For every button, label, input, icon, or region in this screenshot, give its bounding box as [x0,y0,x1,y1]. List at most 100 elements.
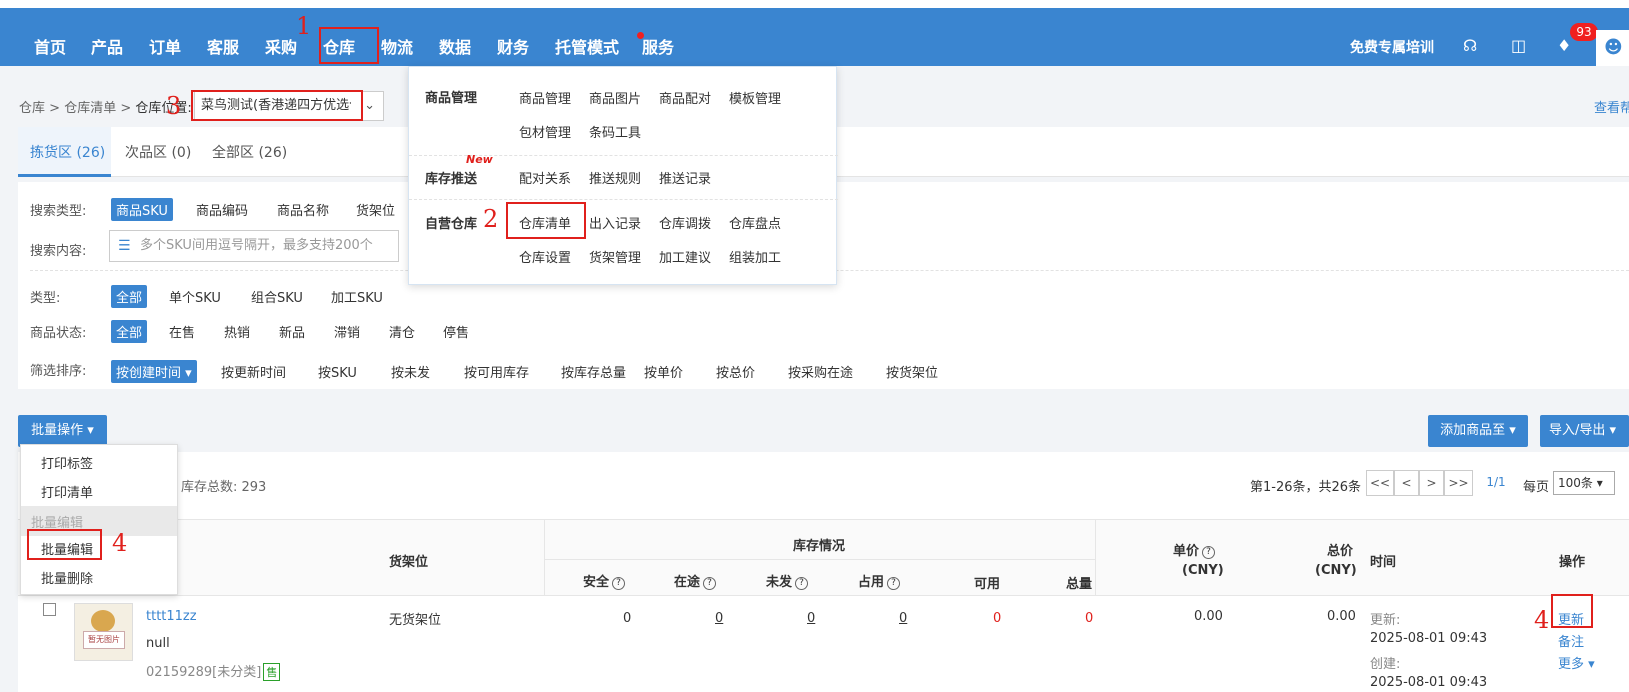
sort-updated[interactable]: 按更新时间 [221,362,286,381]
note-action-link[interactable]: 备注 [1558,631,1584,650]
search-type-sku[interactable]: 商品SKU [111,198,173,221]
breadcrumb-separator: > [49,101,65,116]
menu-item-assembly[interactable]: 组装加工 [729,247,781,266]
status-all[interactable]: 全部 [111,320,148,343]
status-new[interactable]: 新品 [279,322,305,341]
help-link[interactable]: 查看帮助 [1594,97,1629,116]
column-header-time: 时间 [1370,555,1397,570]
first-page-button[interactable]: << [1366,470,1394,496]
type-combo-sku[interactable]: 组合SKU [251,287,303,306]
annotation-box-update-action [1551,594,1593,628]
cell-unit-price: 0.00 [1194,609,1223,624]
type-all[interactable]: 全部 [111,285,148,308]
product-name-link[interactable]: tttt11zz [146,609,197,624]
menu-item-barcode-tools[interactable]: 条码工具 [589,122,641,141]
sort-unsent[interactable]: 按未发 [391,362,430,381]
last-page-button[interactable]: >> [1444,470,1473,496]
nav-item-finance[interactable]: 财务 [497,34,529,58]
nav-item-products[interactable]: 产品 [91,34,123,58]
breadcrumb-warehouse-list[interactable]: 仓库清单 [64,101,116,116]
nav-item-home[interactable]: 首页 [34,34,66,58]
menu-item-product-images[interactable]: 商品图片 [589,88,641,107]
sort-shelf[interactable]: 按货架位 [886,362,938,381]
menu-item-print-list[interactable]: 打印清单 [41,482,93,501]
divider [1095,520,1096,596]
add-products-button[interactable]: 添加商品至 ▾ [1428,415,1528,447]
cell-occupied[interactable]: 0 [899,611,907,626]
book-icon[interactable]: ◫ [1511,36,1526,55]
question-icon[interactable]: ? [795,577,809,590]
free-training-link[interactable]: 免费专属培训 [1350,37,1434,57]
sort-in-transit[interactable]: 按采购在途 [788,362,853,381]
cell-unsent[interactable]: 0 [807,611,815,626]
menu-item-in-out-records[interactable]: 出入记录 [589,213,641,232]
no-image-text: 暂无图片 [83,631,125,649]
type-process-sku[interactable]: 加工SKU [331,287,383,306]
menu-item-packaging-management[interactable]: 包材管理 [519,122,571,141]
tab-defective-zone[interactable]: 次品区 (0) [125,142,191,162]
search-type-code[interactable]: 商品编码 [196,200,248,219]
nav-item-service[interactable]: 服务 [642,34,674,58]
status-stopped[interactable]: 停售 [443,322,469,341]
sort-total-price[interactable]: 按总价 [716,362,755,381]
cell-transit[interactable]: 0 [715,611,723,626]
tab-picking-zone[interactable]: 拣货区 (26) [30,142,105,162]
nav-item-orders[interactable]: 订单 [149,34,181,58]
menu-item-warehouse-settings[interactable]: 仓库设置 [519,247,571,266]
menu-item-push-records[interactable]: 推送记录 [659,168,711,187]
more-actions-link[interactable]: 更多 ▾ [1558,653,1595,672]
status-on-sale[interactable]: 在售 [169,322,195,341]
tab-all-zones[interactable]: 全部区 (26) [212,142,287,162]
menu-item-batch-delete[interactable]: 批量删除 [41,568,93,587]
sort-stock-total[interactable]: 按库存总量 [561,362,626,381]
search-type-shelf[interactable]: 货架位 [356,200,395,219]
menu-group-self-warehouse: 自营仓库 [425,217,478,232]
menu-item-template-management[interactable]: 模板管理 [729,88,781,107]
update-time: 2025-08-01 09:43 [1370,631,1488,646]
menu-item-product-management[interactable]: 商品管理 [519,88,571,107]
column-header-total-price: 总价 [1327,544,1354,559]
menu-item-shelf-management[interactable]: 货架管理 [589,247,641,266]
batch-actions-button[interactable]: 批量操作 ▾ [18,415,107,447]
headset-icon[interactable]: ☊ [1463,36,1477,55]
user-menu[interactable]: ☻ [1596,30,1629,66]
nav-item-hosting-mode[interactable]: 托管模式 [555,34,619,58]
row-checkbox[interactable] [43,603,56,616]
menu-item-warehouse-transfer[interactable]: 仓库调拨 [659,213,711,232]
question-icon[interactable]: ? [703,577,717,590]
menu-item-push-rules[interactable]: 推送规则 [589,168,641,187]
column-header-price: 单价? [1173,540,1216,559]
menu-item-print-labels[interactable]: 打印标签 [41,453,93,472]
sort-available[interactable]: 按可用库存 [464,362,529,381]
next-page-button[interactable]: > [1419,470,1444,496]
menu-item-warehouse-count[interactable]: 仓库盘点 [729,213,781,232]
type-single-sku[interactable]: 单个SKU [169,287,221,306]
search-input[interactable]: ☰ 多个SKU间用逗号隔开，最多支持200个 [109,230,399,262]
nav-item-logistics[interactable]: 物流 [381,34,413,58]
per-page-select[interactable]: 100条 ▾ [1553,471,1615,495]
status-clearance[interactable]: 清仓 [389,322,415,341]
stock-total: 库存总数: 293 [181,480,267,495]
prev-page-button[interactable]: < [1394,470,1419,496]
column-header-stock: 库存情况 [793,539,846,554]
annotation-box-warehouse-nav [319,27,379,64]
search-type-name[interactable]: 商品名称 [277,200,329,219]
question-icon[interactable]: ? [1202,546,1216,559]
sort-created[interactable]: 按创建时间 ▾ [111,360,197,383]
menu-item-pairing-relations[interactable]: 配对关系 [519,168,571,187]
question-icon[interactable]: ? [887,577,901,590]
menu-item-product-pairing[interactable]: 商品配对 [659,88,711,107]
nav-item-purchase[interactable]: 采购 [265,34,297,58]
nav-item-customer-service[interactable]: 客服 [207,34,239,58]
import-export-button[interactable]: 导入/导出 ▾ [1540,415,1629,447]
breadcrumb-warehouse[interactable]: 仓库 [19,101,45,116]
status-hot[interactable]: 热销 [224,322,250,341]
nav-item-data[interactable]: 数据 [439,34,471,58]
sort-sku[interactable]: 按SKU [318,362,357,381]
status-slow[interactable]: 滞销 [334,322,360,341]
menu-item-processing-suggestions[interactable]: 加工建议 [659,247,711,266]
sort-unit-price[interactable]: 按单价 [644,362,683,381]
column-header-total: 总量 [1066,577,1093,592]
bell-icon[interactable]: ♦ [1557,36,1571,55]
question-icon[interactable]: ? [612,577,626,590]
